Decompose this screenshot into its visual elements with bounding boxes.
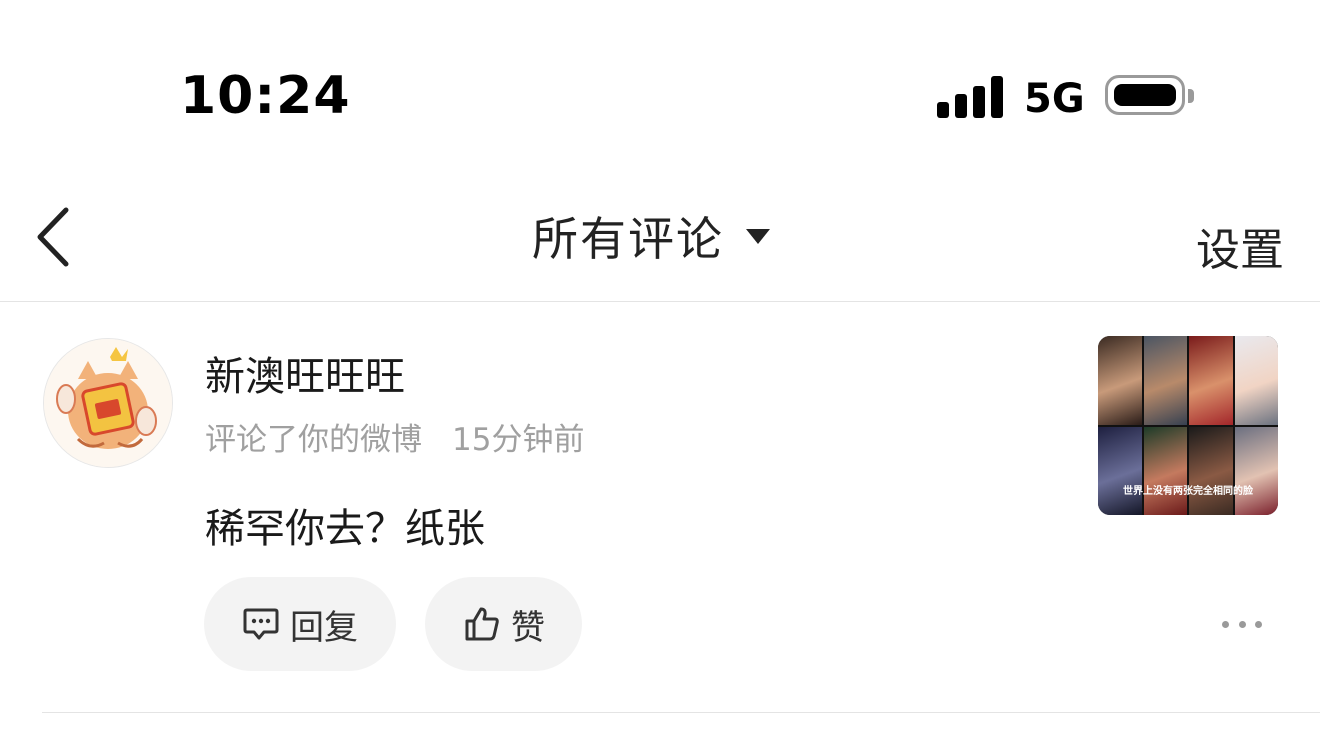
post-thumbnail[interactable]: 世界上没有两张完全相同的脸 <box>1098 336 1278 515</box>
divider <box>42 712 1320 713</box>
nav-bar: 所有评论 设置 <box>0 190 1320 300</box>
like-button[interactable]: 赞 <box>425 577 582 671</box>
battery-icon <box>1105 75 1194 115</box>
comment-time: 15分钟前 <box>452 422 585 458</box>
comment-bubble-icon <box>243 608 279 640</box>
comment-text: 稀罕你去？纸张 <box>205 506 485 552</box>
dropdown-caret-icon <box>746 228 770 244</box>
page-title: 所有评论 <box>532 212 724 266</box>
comment-action: 评论了你的微博 <box>205 422 422 458</box>
cat-sticker-icon <box>44 339 172 467</box>
more-dots-icon <box>1222 620 1229 628</box>
reply-button[interactable]: 回复 <box>204 577 396 671</box>
comment-username[interactable]: 新澳旺旺旺 <box>205 344 405 402</box>
status-time: 10:24 <box>180 66 351 126</box>
thumbnail-caption: 世界上没有两张完全相同的脸 <box>1123 486 1253 497</box>
reply-label: 回复 <box>290 607 358 648</box>
status-bar: 10:24 5G <box>0 0 1320 190</box>
back-button[interactable] <box>28 202 88 272</box>
settings-button[interactable]: 设置 <box>1196 214 1284 278</box>
comment-meta: 评论了你的微博 15分钟前 <box>205 414 584 459</box>
more-options-button[interactable] <box>1222 609 1262 639</box>
back-chevron-icon <box>37 207 69 267</box>
network-type: 5G <box>1024 76 1085 122</box>
like-label: 赞 <box>511 607 545 648</box>
avatar[interactable] <box>43 338 173 468</box>
comment-filter-dropdown[interactable]: 所有评论 <box>532 204 770 268</box>
thumbs-up-icon <box>465 607 499 641</box>
signal-icon <box>937 76 1003 118</box>
divider <box>0 301 1320 302</box>
